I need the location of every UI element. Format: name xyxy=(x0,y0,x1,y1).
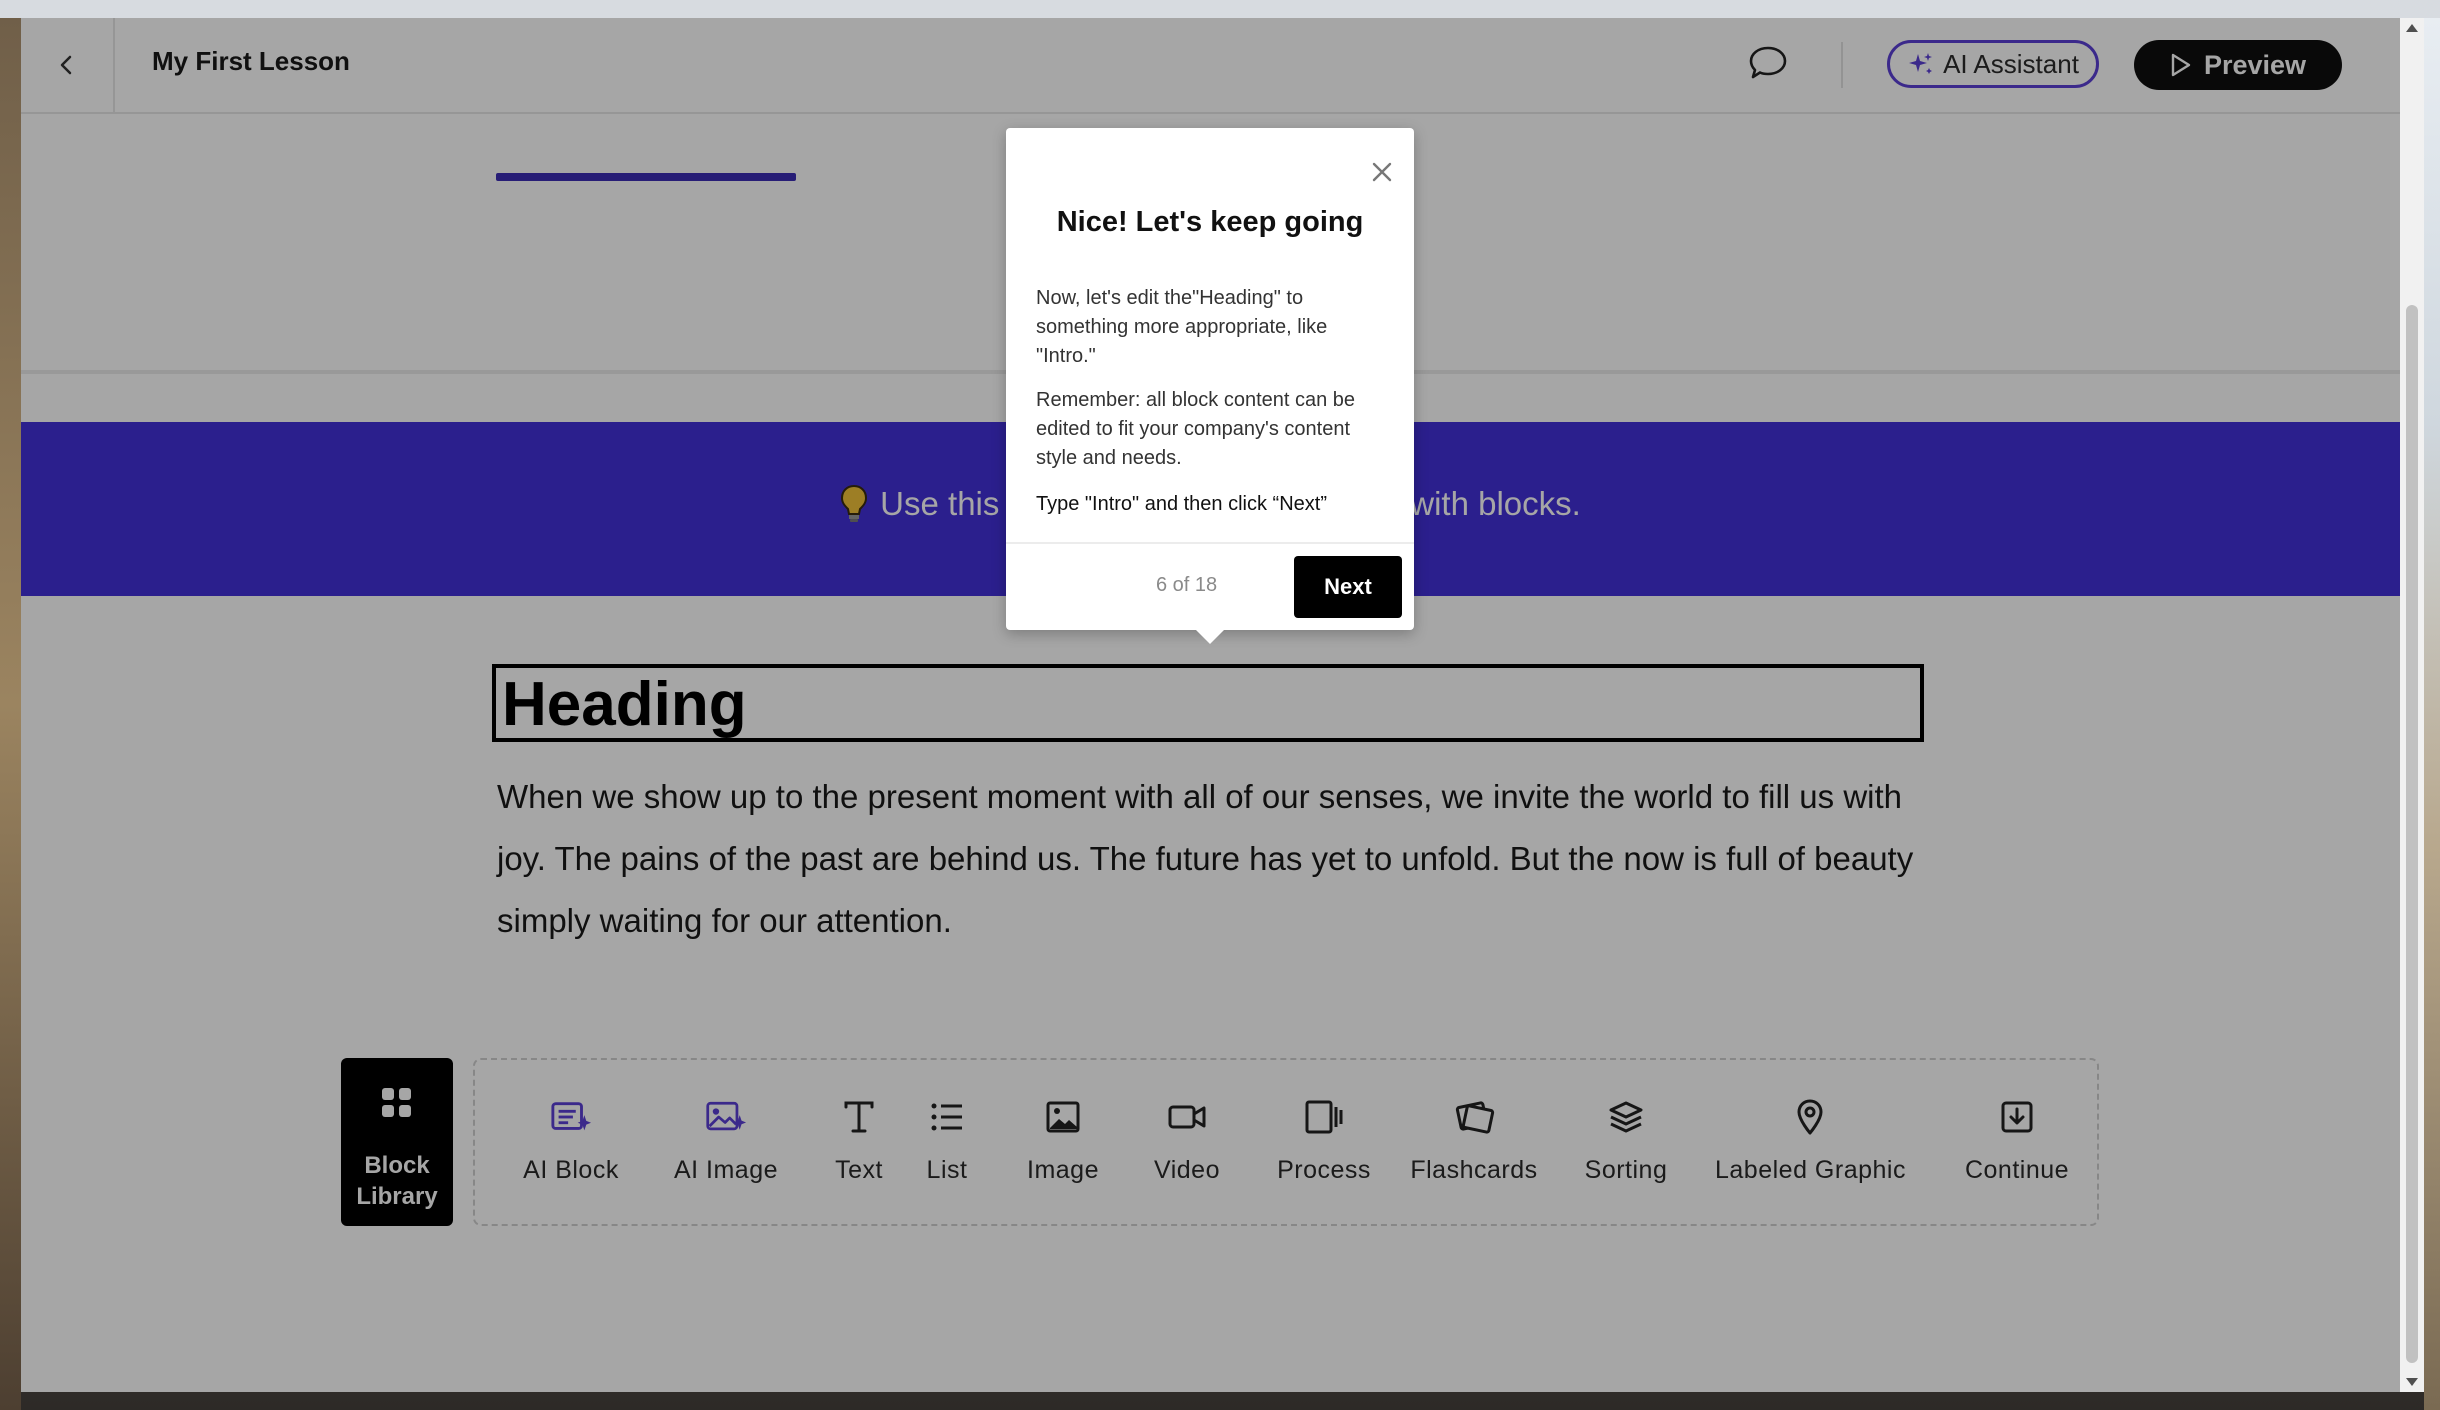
close-icon xyxy=(1372,162,1392,182)
browser-top-bar xyxy=(0,0,2440,18)
popover-caret xyxy=(1194,628,1226,644)
desktop-wallpaper-right xyxy=(2424,0,2440,1410)
lesson-editor: My First Lesson AI Assistant Preview Use… xyxy=(21,18,2400,1392)
close-popover-button[interactable] xyxy=(1370,160,1394,184)
scrollbar-thumb[interactable] xyxy=(2406,305,2418,1363)
tour-next-button[interactable]: Next xyxy=(1294,556,1402,618)
popover-title: Nice! Let's keep going xyxy=(1056,206,1364,238)
tour-step-counter: 6 of 18 xyxy=(1156,574,1218,596)
page-scrollbar[interactable] xyxy=(2400,18,2424,1392)
desktop-wallpaper-left xyxy=(0,0,21,1410)
popover-divider xyxy=(1006,542,1414,544)
popover-paragraph: Remember: all block content can be edite… xyxy=(1036,389,1356,469)
scroll-down-arrow-icon[interactable] xyxy=(2406,1378,2418,1386)
popover-instruction: Type "Intro" and then click “Next” xyxy=(1036,493,1327,515)
tour-popover: Nice! Let's keep going Now, let's edit t… xyxy=(1006,128,1414,644)
popover-paragraph: Now, let's edit the"Heading" to somethin… xyxy=(1036,287,1328,367)
scroll-up-arrow-icon[interactable] xyxy=(2406,24,2418,32)
